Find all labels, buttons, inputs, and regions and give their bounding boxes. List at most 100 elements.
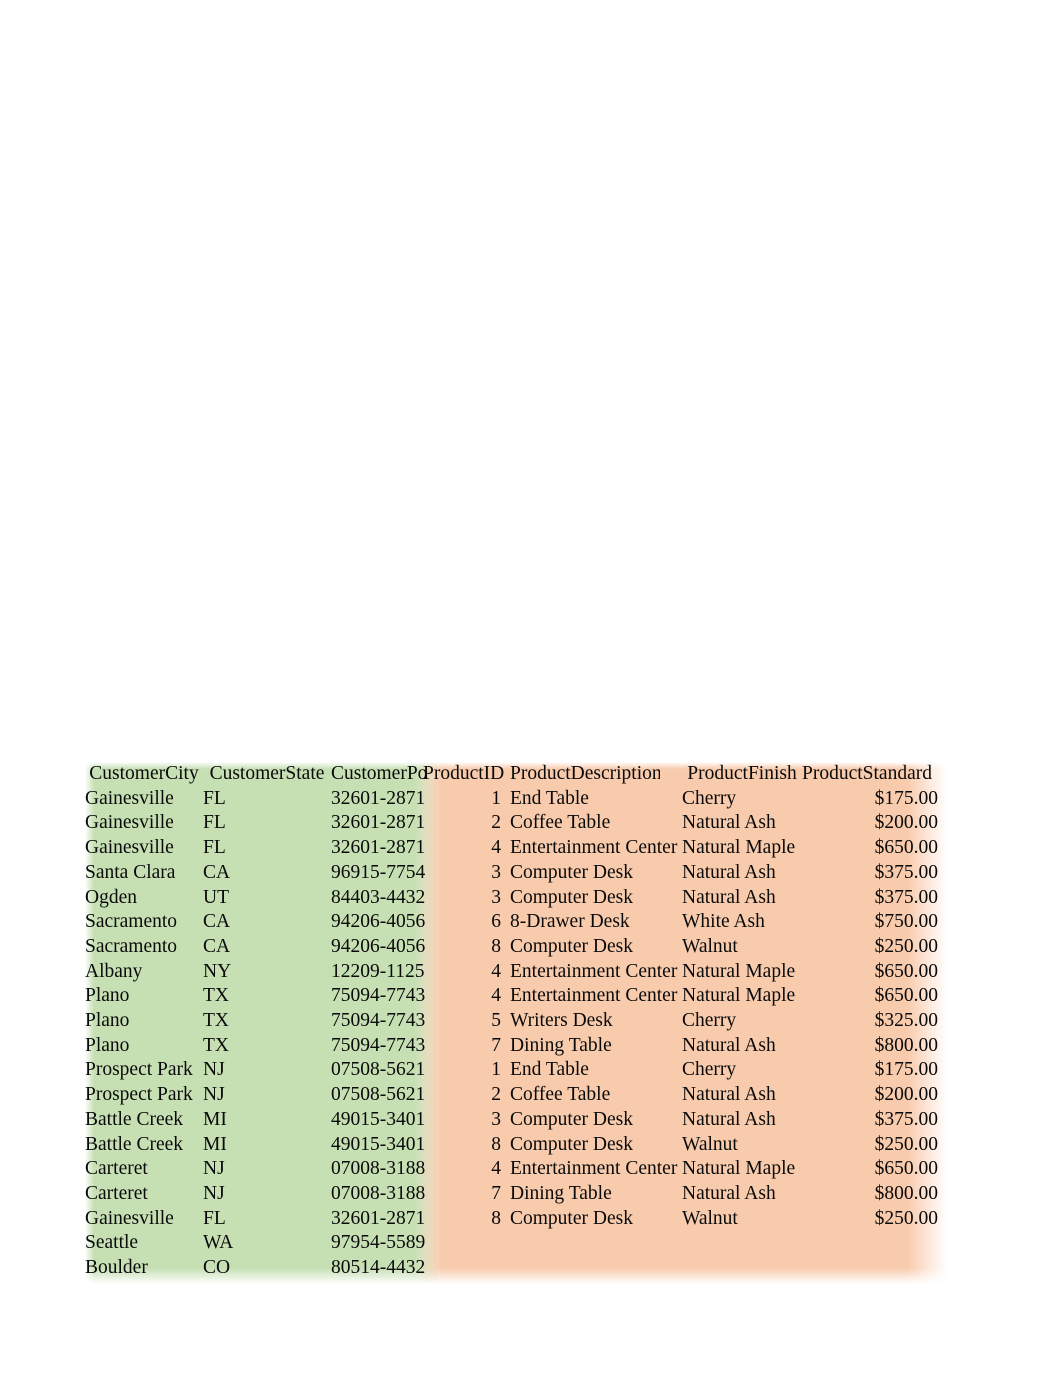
cell-product-id[interactable]: 7 [423, 1034, 510, 1059]
cell-product-standard-price[interactable]: $800.00 [802, 1034, 947, 1059]
cell-customer-state[interactable]: CA [203, 861, 331, 886]
cell-product-standard-price[interactable]: $375.00 [802, 886, 947, 911]
cell-customer-postal-code[interactable]: 96915-7754 [331, 861, 425, 886]
cell-product-description[interactable] [510, 1231, 682, 1256]
cell-product-id[interactable]: 8 [423, 1133, 510, 1158]
cell-customer-state[interactable]: WA [203, 1231, 331, 1256]
cell-customer-postal-code[interactable]: 75094-7743 [331, 1009, 425, 1034]
cell-product-finish[interactable]: Natural Ash [682, 1083, 802, 1108]
cell-product-description[interactable]: Entertainment Center [510, 960, 682, 985]
cell-product-standard-price[interactable]: $375.00 [802, 1108, 947, 1133]
cell-product-description[interactable]: Dining Table [510, 1034, 682, 1059]
cell-product-finish[interactable]: Natural Ash [682, 811, 802, 836]
cell-product-id[interactable]: 2 [423, 1083, 510, 1108]
cell-customer-city[interactable]: Gainesville [85, 1207, 203, 1232]
cell-product-standard-price[interactable]: $650.00 [802, 836, 947, 861]
cell-customer-state[interactable]: MI [203, 1108, 331, 1133]
cell-product-id[interactable]: 4 [423, 984, 510, 1009]
cell-product-finish[interactable]: Natural Maple [682, 960, 802, 985]
cell-product-finish[interactable]: Cherry [682, 1009, 802, 1034]
cell-product-finish[interactable]: Natural Maple [682, 1157, 802, 1182]
cell-product-finish[interactable]: Natural Ash [682, 1182, 802, 1207]
cell-product-standard-price[interactable]: $750.00 [802, 910, 947, 935]
cell-customer-postal-code[interactable]: 07508-5621 [331, 1058, 425, 1083]
cell-product-description[interactable]: Writers Desk [510, 1009, 682, 1034]
cell-product-id[interactable]: 1 [423, 1058, 510, 1083]
cell-product-description[interactable] [510, 1256, 682, 1281]
cell-customer-state[interactable]: TX [203, 1034, 331, 1059]
cell-product-standard-price[interactable]: $250.00 [802, 935, 947, 960]
cell-product-id[interactable]: 7 [423, 1182, 510, 1207]
cell-product-description[interactable]: End Table [510, 1058, 682, 1083]
cell-customer-city[interactable]: Plano [85, 984, 203, 1009]
cell-customer-postal-code[interactable]: 97954-5589 [331, 1231, 425, 1256]
cell-product-standard-price[interactable]: $200.00 [802, 811, 947, 836]
cell-customer-state[interactable]: FL [203, 836, 331, 861]
cell-product-standard-price[interactable]: $250.00 [802, 1207, 947, 1232]
header-customer-state[interactable]: CustomerState [203, 762, 331, 787]
cell-customer-state[interactable]: CO [203, 1256, 331, 1281]
cell-customer-city[interactable]: Carteret [85, 1157, 203, 1182]
cell-product-finish[interactable]: Natural Ash [682, 1108, 802, 1133]
cell-customer-city[interactable]: Sacramento [85, 910, 203, 935]
cell-customer-city[interactable]: Plano [85, 1009, 203, 1034]
cell-customer-state[interactable]: FL [203, 787, 331, 812]
cell-product-id[interactable]: 6 [423, 910, 510, 935]
header-product-finish[interactable]: ProductFinish [682, 762, 802, 787]
cell-product-standard-price[interactable] [802, 1231, 947, 1256]
cell-customer-postal-code[interactable]: 32601-2871 [331, 787, 425, 812]
cell-product-standard-price[interactable]: $800.00 [802, 1182, 947, 1207]
cell-product-finish[interactable]: Natural Ash [682, 886, 802, 911]
cell-product-finish[interactable]: Walnut [682, 1207, 802, 1232]
cell-customer-city[interactable]: Santa Clara [85, 861, 203, 886]
cell-product-id[interactable] [423, 1231, 510, 1256]
cell-product-standard-price[interactable]: $175.00 [802, 1058, 947, 1083]
cell-product-description[interactable]: Computer Desk [510, 935, 682, 960]
cell-customer-state[interactable]: TX [203, 984, 331, 1009]
cell-product-description[interactable]: Computer Desk [510, 1207, 682, 1232]
cell-product-id[interactable]: 5 [423, 1009, 510, 1034]
cell-customer-city[interactable]: Battle Creek [85, 1108, 203, 1133]
cell-customer-state[interactable]: CA [203, 935, 331, 960]
cell-customer-state[interactable]: NJ [203, 1058, 331, 1083]
cell-product-description[interactable]: Coffee Table [510, 811, 682, 836]
cell-customer-postal-code[interactable]: 07008-3188 [331, 1157, 425, 1182]
cell-customer-city[interactable]: Sacramento [85, 935, 203, 960]
cell-product-id[interactable] [423, 1256, 510, 1281]
cell-product-id[interactable]: 1 [423, 787, 510, 812]
cell-product-description[interactable]: Computer Desk [510, 1108, 682, 1133]
cell-product-finish[interactable]: White Ash [682, 910, 802, 935]
cell-customer-postal-code[interactable]: 07008-3188 [331, 1182, 425, 1207]
cell-customer-state[interactable]: NJ [203, 1182, 331, 1207]
cell-customer-postal-code[interactable]: 07508-5621 [331, 1083, 425, 1108]
cell-product-finish[interactable] [682, 1256, 802, 1281]
cell-product-description[interactable]: Computer Desk [510, 1133, 682, 1158]
cell-product-finish[interactable]: Cherry [682, 787, 802, 812]
cell-product-description[interactable]: 8-Drawer Desk [510, 910, 682, 935]
cell-customer-city[interactable]: Prospect Park [85, 1058, 203, 1083]
cell-customer-postal-code[interactable]: 75094-7743 [331, 984, 425, 1009]
cell-product-description[interactable]: Computer Desk [510, 886, 682, 911]
cell-product-finish[interactable]: Natural Ash [682, 1034, 802, 1059]
cell-product-finish[interactable]: Cherry [682, 1058, 802, 1083]
cell-product-description[interactable]: Computer Desk [510, 861, 682, 886]
header-customer-postal-code[interactable]: CustomerPost [331, 762, 428, 787]
cell-customer-city[interactable]: Prospect Park [85, 1083, 203, 1108]
cell-customer-postal-code[interactable]: 49015-3401 [331, 1133, 425, 1158]
cell-product-standard-price[interactable]: $175.00 [802, 787, 947, 812]
cell-product-description[interactable]: Coffee Table [510, 1083, 682, 1108]
cell-customer-state[interactable]: FL [203, 811, 331, 836]
cell-product-description[interactable]: Entertainment Center [510, 1157, 682, 1182]
cell-customer-state[interactable]: TX [203, 1009, 331, 1034]
cell-product-standard-price[interactable] [802, 1256, 947, 1281]
cell-product-id[interactable]: 3 [423, 886, 510, 911]
cell-customer-city[interactable]: Boulder [85, 1256, 203, 1281]
cell-customer-state[interactable]: NJ [203, 1157, 331, 1182]
cell-customer-state[interactable]: FL [203, 1207, 331, 1232]
cell-customer-postal-code[interactable]: 84403-4432 [331, 886, 425, 911]
cell-product-id[interactable]: 8 [423, 1207, 510, 1232]
cell-customer-postal-code[interactable]: 32601-2871 [331, 1207, 425, 1232]
cell-customer-state[interactable]: NJ [203, 1083, 331, 1108]
cell-product-finish[interactable]: Natural Maple [682, 984, 802, 1009]
header-product-id[interactable]: ProductID [423, 762, 510, 787]
